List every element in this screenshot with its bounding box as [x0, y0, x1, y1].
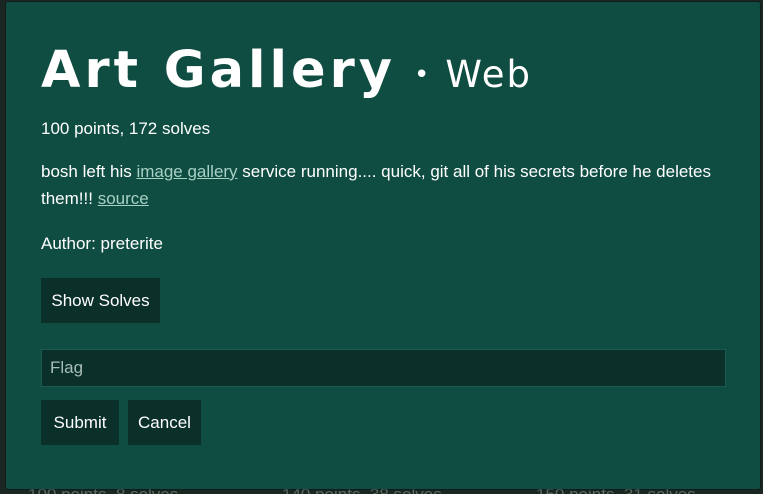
challenge-category: Web: [445, 53, 532, 96]
source-link[interactable]: source: [98, 189, 149, 208]
challenge-description: bosh left his image gallery service runn…: [41, 158, 721, 212]
challenge-title: Art Gallery: [41, 41, 396, 100]
show-solves-button[interactable]: Show Solves: [41, 278, 160, 323]
title-separator: •: [413, 60, 430, 90]
challenge-author: Author: preterite: [41, 234, 163, 253]
description-text: bosh left his: [41, 162, 137, 181]
points-solves: 100 points, 172 solves: [41, 119, 211, 138]
challenge-modal: Art Gallery • Web 100 points, 172 solves…: [6, 2, 760, 489]
cancel-button[interactable]: Cancel: [128, 400, 201, 445]
image-gallery-link[interactable]: image gallery: [136, 162, 237, 181]
challenge-header: Art Gallery • Web: [41, 36, 532, 106]
flag-input[interactable]: [41, 349, 726, 387]
submit-button[interactable]: Submit: [41, 400, 119, 445]
